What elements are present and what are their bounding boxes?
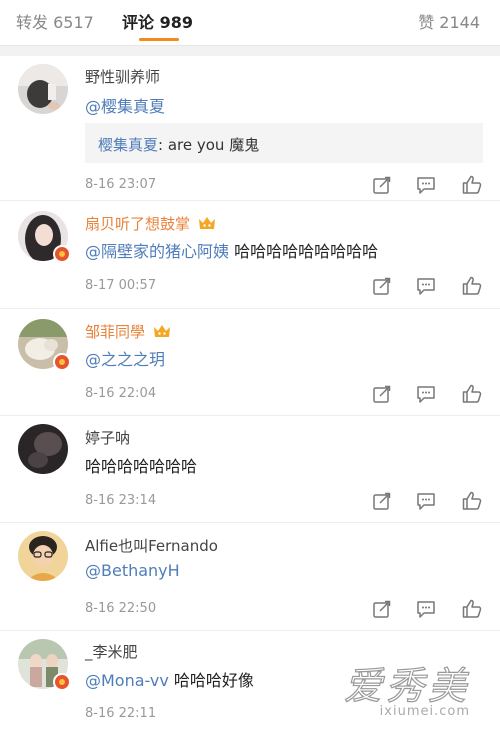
avatar[interactable] (18, 639, 71, 691)
section-divider (0, 46, 500, 56)
comment-actions (368, 275, 486, 297)
commenter-name[interactable]: 扇贝听了想鼓掌 (85, 213, 216, 234)
comment-timestamp: 8-16 22:04 (85, 386, 157, 401)
comment-tabbar: 转发 6517 评论 989 赞 2144 (0, 0, 500, 46)
like-icon[interactable] (461, 383, 483, 405)
comment-timestamp: 8-17 00:57 (85, 278, 157, 293)
commenter-name-text: 扇贝听了想鼓掌 (85, 215, 191, 233)
comment-actions (368, 598, 486, 620)
comment-text: @BethanyH (85, 561, 180, 580)
comment-timestamp: 8-16 23:07 (85, 177, 157, 192)
share-icon[interactable] (371, 383, 393, 405)
reply-icon[interactable] (415, 174, 437, 196)
avatar[interactable] (18, 531, 68, 581)
share-icon[interactable] (371, 490, 393, 512)
commenter-name[interactable]: _李米肥 (85, 641, 138, 662)
comment-timestamp: 8-16 22:50 (85, 601, 157, 616)
watermark-logo-text: 爱秀美 (343, 663, 470, 708)
commenter-name[interactable]: 邹菲同學 (85, 321, 171, 342)
comment-text: @Mona-vv 哈哈哈好像 (85, 667, 254, 691)
quoted-reply[interactable]: 樱集真夏: are you 魔鬼 (85, 123, 483, 163)
site-watermark: 爱秀美 ixiumei.com (343, 655, 470, 719)
avatar[interactable] (18, 319, 71, 371)
comment-item: 扇贝听了想鼓掌 @隔壁家的猪心阿姨 哈哈哈哈哈哈哈哈哈 8-17 00:57 (0, 201, 500, 309)
tab-repost[interactable]: 转发 6517 (16, 9, 94, 33)
comment-text: 哈哈哈哈哈哈哈 (85, 453, 197, 477)
verified-badge-icon (53, 673, 71, 691)
avatar[interactable] (18, 64, 68, 114)
avatar[interactable] (18, 211, 71, 263)
comment-item: Alfie也叫Fernando @BethanyH 8-16 22:50 (0, 523, 500, 631)
verified-badge-icon (53, 245, 71, 263)
share-icon[interactable] (371, 598, 393, 620)
avatar-image (18, 531, 68, 581)
comment-timestamp: 8-16 22:11 (85, 706, 157, 721)
comment-timestamp: 8-16 23:14 (85, 493, 157, 508)
comment-item: 邹菲同學 @之之之玥 8-16 22:04 (0, 309, 500, 416)
mention-link[interactable]: @隔壁家的猪心阿姨 (85, 242, 229, 261)
like-icon[interactable] (461, 490, 483, 512)
quoted-user-link[interactable]: 樱集真夏 (98, 136, 158, 154)
comment-body: 哈哈哈哈哈哈哈哈哈 (229, 242, 379, 261)
mention-link[interactable]: @BethanyH (85, 561, 180, 580)
comment-text: @隔壁家的猪心阿姨 哈哈哈哈哈哈哈哈哈 (85, 238, 378, 262)
active-tab-indicator (139, 38, 179, 41)
share-icon[interactable] (371, 275, 393, 297)
comment-item: 婷子呐 哈哈哈哈哈哈哈 8-16 23:14 (0, 416, 500, 523)
commenter-name-text: 邹菲同學 (85, 323, 146, 341)
reply-icon[interactable] (415, 490, 437, 512)
quoted-text: : are you 魔鬼 (158, 136, 260, 154)
commenter-name[interactable]: 野性驯养师 (85, 66, 160, 87)
vip-crown-icon (198, 217, 215, 229)
reply-icon[interactable] (415, 383, 437, 405)
like-icon[interactable] (461, 598, 483, 620)
comment-body: 哈哈哈哈哈哈哈 (85, 457, 198, 476)
comment-actions (368, 490, 486, 512)
comment-actions (368, 174, 486, 196)
verified-badge-icon (53, 353, 71, 371)
commenter-name[interactable]: 婷子呐 (85, 427, 130, 448)
comment-text: @之之之玥 (85, 346, 165, 370)
tab-comments[interactable]: 评论 989 (122, 9, 193, 33)
vip-crown-icon (153, 325, 170, 337)
comment-body: 哈哈哈好像 (168, 671, 254, 690)
share-icon[interactable] (371, 174, 393, 196)
mention-link[interactable]: @之之之玥 (85, 350, 165, 369)
mention-link[interactable]: @樱集真夏 (85, 97, 165, 116)
reply-icon[interactable] (415, 598, 437, 620)
mention-link[interactable]: @Mona-vv (85, 671, 169, 690)
like-icon[interactable] (461, 275, 483, 297)
like-icon[interactable] (461, 174, 483, 196)
tab-likes[interactable]: 赞 2144 (418, 9, 480, 33)
reply-icon[interactable] (415, 275, 437, 297)
avatar-image (18, 424, 68, 474)
avatar[interactable] (18, 424, 68, 474)
comment-text: @樱集真夏 (85, 93, 165, 117)
commenter-name[interactable]: Alfie也叫Fernando (85, 535, 218, 556)
avatar-image (18, 64, 68, 114)
comment-actions (368, 383, 486, 405)
comment-item: 野性驯养师 @樱集真夏 樱集真夏: are you 魔鬼 8-16 23:07 (0, 56, 500, 201)
